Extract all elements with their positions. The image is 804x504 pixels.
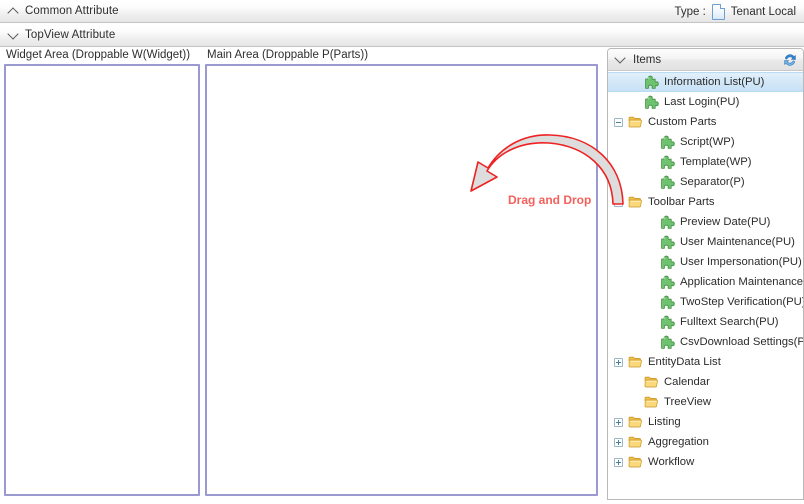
items-panel-title: Items xyxy=(633,53,662,66)
tree-item-label: Script(WP) xyxy=(680,136,735,148)
tree-item-label: EntityData List xyxy=(648,356,721,368)
topview-attribute-label: TopView Attribute xyxy=(25,29,116,41)
tree-item-label: TreeView xyxy=(664,396,712,408)
tree-item-label: User Maintenance(PU) xyxy=(680,236,795,248)
tree-item[interactable]: Preview Date(PU) xyxy=(608,212,803,232)
folder-icon xyxy=(628,415,644,430)
puzzle-icon xyxy=(660,275,676,290)
tree-item[interactable]: User Impersonation(PU) xyxy=(608,252,803,272)
tree-item-label: Calendar xyxy=(664,376,710,388)
items-tree[interactable]: Information List(PU) Last Login(PU) Custom… xyxy=(608,72,803,499)
tree-item[interactable]: EntityData List xyxy=(608,352,803,372)
tree-item[interactable]: Calendar xyxy=(608,372,803,392)
type-value: Tenant Local xyxy=(730,5,796,18)
expander-expand-icon[interactable] xyxy=(614,457,623,467)
tree-item[interactable]: Workflow xyxy=(608,452,803,472)
tree-item-label: Toolbar Parts xyxy=(648,196,715,208)
tree-item[interactable]: Aggregation xyxy=(608,432,803,452)
folder-icon xyxy=(628,455,644,470)
folder-icon xyxy=(644,395,660,410)
tree-item[interactable]: Application Maintenance(PU) xyxy=(608,272,803,292)
tree-item[interactable]: Separator(P) xyxy=(608,172,803,192)
puzzle-icon xyxy=(660,235,676,250)
puzzle-icon xyxy=(644,75,660,90)
main-area-zone: Main Area (Droppable P(Parts)) xyxy=(205,48,598,496)
tree-item-label: Workflow xyxy=(648,456,695,468)
tree-item-label: Preview Date(PU) xyxy=(680,216,771,228)
refresh-icon[interactable] xyxy=(782,52,798,68)
expander-expand-icon[interactable] xyxy=(614,417,623,427)
folder-icon xyxy=(628,355,644,370)
tree-item[interactable]: Last Login(PU) xyxy=(608,92,803,112)
topview-attribute-bar[interactable]: TopView Attribute xyxy=(0,24,804,47)
tree-item-label: Template(WP) xyxy=(680,156,752,168)
widget-area-label: Widget Area (Droppable W(Widget)) xyxy=(6,49,191,61)
tree-item-label: Application Maintenance(PU) xyxy=(680,276,803,288)
tree-item[interactable]: Listing xyxy=(608,412,803,432)
tree-item-label: TwoStep Verification(PU) xyxy=(680,296,803,308)
folder-icon xyxy=(644,375,660,390)
tree-item-label: CsvDownload Settings(PU) xyxy=(680,336,803,348)
puzzle-icon xyxy=(644,95,660,110)
tree-item[interactable]: User Maintenance(PU) xyxy=(608,232,803,252)
tree-item-label: Information List(PU) xyxy=(664,76,765,88)
widget-layout-editor: Common Attribute Type : Tenant Local Top… xyxy=(0,0,804,504)
puzzle-icon xyxy=(660,155,676,170)
puzzle-icon xyxy=(660,315,676,330)
tree-item-label: Listing xyxy=(648,416,681,428)
type-group: Type : Tenant Local xyxy=(674,0,796,23)
puzzle-icon xyxy=(660,295,676,310)
puzzle-icon xyxy=(660,215,676,230)
tree-item-label: Fulltext Search(PU) xyxy=(680,316,779,328)
main-area-label: Main Area (Droppable P(Parts)) xyxy=(207,49,369,61)
items-panel-header[interactable]: Items xyxy=(608,49,803,71)
folder-icon xyxy=(628,115,644,130)
expander-expand-icon[interactable] xyxy=(614,357,623,367)
folder-icon xyxy=(628,435,644,450)
chevron-up-icon[interactable] xyxy=(7,5,20,18)
main-area-dropzone[interactable] xyxy=(205,64,598,496)
folder-icon xyxy=(628,195,644,210)
tree-item[interactable]: Information List(PU) xyxy=(608,72,803,92)
type-label: Type : xyxy=(674,5,706,18)
tree-item[interactable]: Script(WP) xyxy=(608,132,803,152)
tree-item[interactable]: CsvDownload Settings(PU) xyxy=(608,332,803,352)
puzzle-icon xyxy=(660,175,676,190)
expander-expand-icon[interactable] xyxy=(614,437,623,447)
tree-item[interactable]: Template(WP) xyxy=(608,152,803,172)
widget-area-dropzone[interactable] xyxy=(4,64,200,496)
puzzle-icon xyxy=(660,335,676,350)
expander-collapse-icon[interactable] xyxy=(614,117,623,127)
tree-item[interactable]: Toolbar Parts xyxy=(608,192,803,212)
document-icon xyxy=(711,3,725,20)
tree-item[interactable]: Fulltext Search(PU) xyxy=(608,312,803,332)
tree-item-label: Aggregation xyxy=(648,436,709,448)
chevron-down-icon[interactable] xyxy=(614,53,627,66)
puzzle-icon xyxy=(660,255,676,270)
editor-body: Widget Area (Droppable W(Widget)) Main A… xyxy=(0,48,804,504)
puzzle-icon xyxy=(660,135,676,150)
items-panel: Items Information List(PU) Last Login(PU)… xyxy=(607,48,804,500)
tree-item-label: User Impersonation(PU) xyxy=(680,256,802,268)
tree-item-label: Custom Parts xyxy=(648,116,717,128)
tree-item[interactable]: Custom Parts xyxy=(608,112,803,132)
common-attribute-bar[interactable]: Common Attribute Type : Tenant Local xyxy=(0,0,804,23)
tree-item-label: Separator(P) xyxy=(680,176,745,188)
chevron-down-icon[interactable] xyxy=(7,29,20,42)
common-attribute-label: Common Attribute xyxy=(25,5,119,17)
tree-item[interactable]: TreeView xyxy=(608,392,803,412)
expander-collapse-icon[interactable] xyxy=(614,197,623,207)
widget-area-zone: Widget Area (Droppable W(Widget)) xyxy=(4,48,200,496)
tree-item-label: Last Login(PU) xyxy=(664,96,740,108)
tree-item[interactable]: TwoStep Verification(PU) xyxy=(608,292,803,312)
